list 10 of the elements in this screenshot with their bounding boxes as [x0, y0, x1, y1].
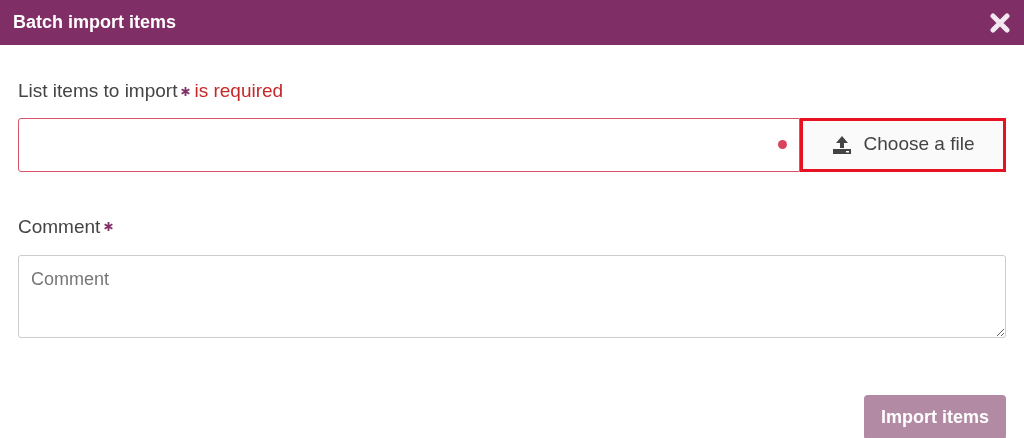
comment-field[interactable]: Comment	[18, 255, 1006, 338]
error-dot-icon	[778, 140, 787, 149]
dialog-title: Batch import items	[13, 11, 177, 34]
upload-icon	[831, 134, 852, 155]
choose-file-button[interactable]: Choose a file	[800, 117, 1006, 172]
field-label: List items to import	[18, 79, 178, 103]
error-message: is required	[194, 79, 284, 103]
field-label: Comment	[18, 214, 101, 239]
input-field[interactable]	[18, 117, 800, 172]
close-icon[interactable]	[990, 12, 1010, 33]
